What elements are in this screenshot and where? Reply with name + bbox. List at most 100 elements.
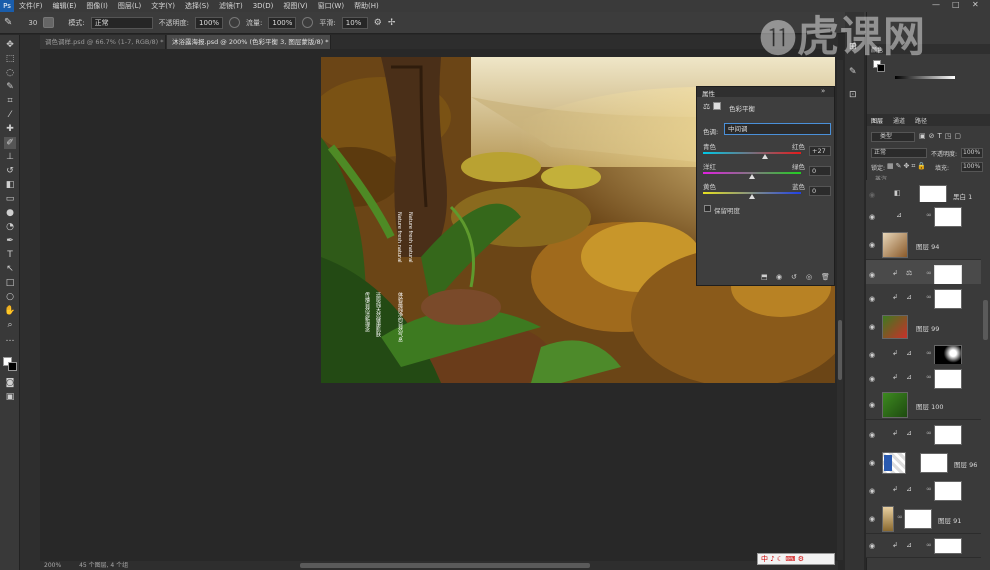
layer-mask-thumbnail[interactable] bbox=[934, 369, 962, 389]
layer-thumbnail-bottle[interactable] bbox=[882, 506, 894, 532]
ime-toolbar[interactable]: 中 ♪ ☾ ⌨ ⚙ bbox=[757, 553, 835, 565]
ellipse-tool-icon[interactable]: ○ bbox=[4, 291, 16, 303]
slider-yellow-blue-value[interactable]: 0 bbox=[809, 186, 831, 196]
brush-tool-icon[interactable]: ✎ bbox=[4, 17, 12, 28]
chain-link-icon[interactable]: ∞ bbox=[897, 513, 903, 521]
mask-icon[interactable] bbox=[713, 102, 721, 110]
vertical-scrollbar-thumb[interactable] bbox=[838, 320, 842, 380]
close-button[interactable]: ✕ bbox=[972, 0, 979, 9]
brush-settings-icon[interactable]: ✎ bbox=[849, 67, 857, 77]
layer-row[interactable]: ◉ 图层 100 bbox=[866, 390, 981, 420]
blur-tool-icon[interactable]: ● bbox=[4, 207, 16, 219]
move-tool-icon[interactable]: ✥ bbox=[4, 39, 16, 51]
quick-select-icon[interactable]: ✎ bbox=[4, 81, 16, 93]
rectangle-tool-icon[interactable]: □ bbox=[4, 277, 16, 289]
eye-icon[interactable]: ◉ bbox=[869, 542, 875, 550]
quick-mask-icon[interactable]: ◙ bbox=[4, 377, 16, 389]
layer-opacity-input[interactable]: 100% bbox=[961, 148, 983, 158]
layer-name[interactable]: 图层 91 bbox=[938, 515, 961, 525]
layer-thumbnail-squirrel[interactable] bbox=[882, 232, 908, 258]
brush-size[interactable]: 30 bbox=[28, 19, 37, 27]
chain-link-icon[interactable]: ∞ bbox=[926, 293, 932, 301]
history-brush-icon[interactable]: ↺ bbox=[4, 165, 16, 177]
eye-icon[interactable]: ◉ bbox=[869, 487, 875, 495]
more-tools-icon[interactable]: … bbox=[4, 333, 16, 345]
lasso-tool-icon[interactable]: ◌ bbox=[4, 67, 16, 79]
horizontal-scrollbar[interactable] bbox=[300, 563, 590, 568]
layer-mask-thumbnail[interactable] bbox=[934, 425, 962, 445]
brush-panel-icon[interactable] bbox=[43, 17, 55, 28]
tab-channels[interactable]: 通道 bbox=[893, 116, 905, 125]
layer-mask-thumbnail[interactable] bbox=[934, 265, 962, 285]
slider-yellow-blue-thumb[interactable] bbox=[749, 194, 755, 199]
background-color-swatch[interactable] bbox=[8, 362, 17, 371]
slider-magenta-green-value[interactable]: 0 bbox=[809, 166, 831, 176]
eye-icon[interactable]: ◉ bbox=[869, 323, 875, 331]
layer-row[interactable]: ◉ 图层 99 bbox=[866, 312, 981, 342]
hand-tool-icon[interactable]: ✋ bbox=[4, 305, 16, 317]
layer-mask-thumbnail[interactable] bbox=[904, 509, 932, 529]
layer-mask-thumbnail[interactable] bbox=[934, 207, 962, 227]
healing-tool-icon[interactable]: ✚ bbox=[4, 123, 16, 135]
flow-input[interactable]: 100% bbox=[268, 16, 297, 29]
layer-row[interactable]: ◉ ∞ 图层 91 bbox=[866, 504, 981, 534]
layer-row[interactable]: ◉ ↲ ⊿ ∞ bbox=[866, 476, 981, 506]
adjustments-icon[interactable]: ⊡ bbox=[849, 90, 857, 100]
menu-3d[interactable]: 3D(D) bbox=[248, 2, 279, 10]
view-previous-icon[interactable]: ◉ bbox=[776, 273, 782, 281]
slider-cyan-red-thumb[interactable] bbox=[762, 154, 769, 159]
preserve-luminosity-checkbox[interactable] bbox=[704, 205, 711, 212]
reset-icon[interactable]: ↺ bbox=[791, 273, 797, 281]
vertical-scrollbar[interactable] bbox=[837, 60, 843, 560]
eye-icon[interactable]: ◉ bbox=[869, 191, 875, 199]
panel-background-swatch[interactable] bbox=[877, 64, 885, 72]
eye-icon[interactable]: ◉ bbox=[869, 213, 875, 221]
chain-link-icon[interactable]: ∞ bbox=[926, 541, 932, 549]
eye-icon[interactable]: ◉ bbox=[869, 241, 875, 249]
chain-link-icon[interactable]: ∞ bbox=[926, 429, 932, 437]
fill-input[interactable]: 100% bbox=[961, 162, 983, 172]
eye-icon[interactable]: ◉ bbox=[869, 431, 875, 439]
layer-mask-thumbnail[interactable] bbox=[934, 289, 962, 309]
layer-row[interactable]: ◉ 图层 96 bbox=[866, 448, 981, 478]
chain-link-icon[interactable]: ∞ bbox=[926, 269, 932, 277]
brush-tool-icon[interactable]: ✐ bbox=[4, 137, 16, 149]
layer-mask-thumbnail[interactable] bbox=[934, 345, 962, 365]
eyedropper-tool-icon[interactable]: ⁄ bbox=[4, 109, 16, 121]
chain-link-icon[interactable]: ∞ bbox=[926, 485, 932, 493]
gear-icon[interactable]: ⚙ bbox=[374, 18, 382, 28]
menu-help[interactable]: 帮助(H) bbox=[349, 1, 384, 11]
tab-document-2[interactable]: 沐浴露海报.psd @ 200% (色彩平衡 3, 图层蒙版/8) * bbox=[167, 35, 331, 49]
eye-icon[interactable]: ◉ bbox=[869, 459, 875, 467]
chain-link-icon[interactable]: ∞ bbox=[926, 373, 932, 381]
layer-row[interactable]: ◉ ↲ ⊿ ∞ bbox=[866, 284, 981, 314]
eye-icon[interactable]: ◉ bbox=[869, 515, 875, 523]
tab-document-1[interactable]: 调色调样.psd @ 66.7% (1-7, RGB/8) * bbox=[40, 35, 166, 49]
layers-scrollbar[interactable] bbox=[983, 300, 988, 340]
opacity-input[interactable]: 100% bbox=[195, 16, 224, 29]
menu-view[interactable]: 视图(V) bbox=[278, 1, 312, 11]
layer-row[interactable]: ◉ ↲ ⊿ ∞ bbox=[866, 534, 981, 558]
menu-select[interactable]: 选择(S) bbox=[180, 1, 214, 11]
eye-icon[interactable]: ◉ bbox=[869, 271, 875, 279]
visibility-icon[interactable]: ◎ bbox=[806, 273, 812, 281]
slider-magenta-green-thumb[interactable] bbox=[749, 174, 755, 179]
menu-image[interactable]: 图像(I) bbox=[81, 1, 113, 11]
airbrush-icon[interactable] bbox=[302, 17, 314, 28]
layer-thumbnail-plant[interactable] bbox=[882, 315, 908, 339]
trash-icon[interactable]: 🗑 bbox=[821, 273, 830, 281]
menu-filter[interactable]: 滤镜(T) bbox=[214, 1, 248, 11]
menu-window[interactable]: 窗口(W) bbox=[313, 1, 349, 11]
eraser-tool-icon[interactable]: ◧ bbox=[4, 179, 16, 191]
tab-paths[interactable]: 路径 bbox=[915, 116, 927, 125]
crop-tool-icon[interactable]: ⌗ bbox=[4, 95, 16, 107]
mode-select[interactable]: 正常 bbox=[90, 16, 153, 29]
layer-name[interactable]: 图层 94 bbox=[916, 241, 939, 251]
type-tool-icon[interactable]: T bbox=[4, 249, 16, 261]
tone-select[interactable]: 中间调 bbox=[724, 123, 831, 135]
eye-icon[interactable]: ◉ bbox=[869, 351, 875, 359]
layer-thumbnail-leaves[interactable] bbox=[882, 392, 908, 418]
screen-mode-icon[interactable]: ▣ bbox=[4, 391, 16, 403]
eye-icon[interactable]: ◉ bbox=[869, 401, 875, 409]
color-ramp[interactable] bbox=[895, 76, 955, 79]
